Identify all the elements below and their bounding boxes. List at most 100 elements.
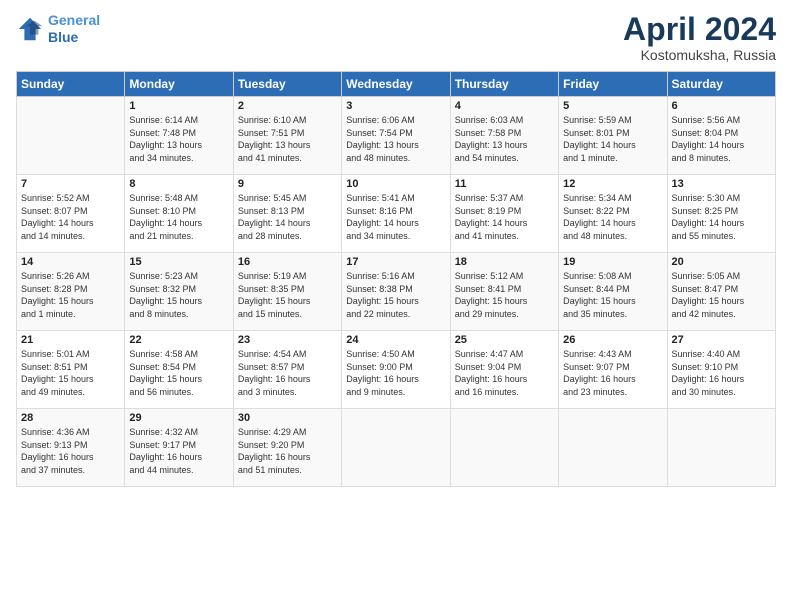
cell-content: Sunrise: 5:05 AM Sunset: 8:47 PM Dayligh… [672,270,771,320]
cell-content: Sunrise: 4:58 AM Sunset: 8:54 PM Dayligh… [129,348,228,398]
cell-content: Sunrise: 5:52 AM Sunset: 8:07 PM Dayligh… [21,192,120,242]
calendar-cell: 14 Sunrise: 5:26 AM Sunset: 8:28 PM Dayli… [17,253,125,331]
logo-general: General [48,12,100,28]
cell-content: Sunrise: 6:14 AM Sunset: 7:48 PM Dayligh… [129,114,228,164]
day-number: 4 [455,100,554,112]
page: General Blue April 2024 Kostomuksha, Rus… [0,0,792,612]
day-number: 20 [672,256,771,268]
calendar-cell: 20 Sunrise: 5:05 AM Sunset: 8:47 PM Dayli… [667,253,775,331]
cell-content: Sunrise: 5:41 AM Sunset: 8:16 PM Dayligh… [346,192,445,242]
month-title: April 2024 [623,12,776,47]
calendar-cell: 19 Sunrise: 5:08 AM Sunset: 8:44 PM Dayli… [559,253,667,331]
cell-content: Sunrise: 5:12 AM Sunset: 8:41 PM Dayligh… [455,270,554,320]
week-row-1: 1 Sunrise: 6:14 AM Sunset: 7:48 PM Daylig… [17,97,776,175]
day-number: 1 [129,100,228,112]
calendar-cell: 5 Sunrise: 5:59 AM Sunset: 8:01 PM Daylig… [559,97,667,175]
day-number: 11 [455,178,554,190]
day-number: 14 [21,256,120,268]
day-header-saturday: Saturday [667,72,775,97]
week-row-3: 14 Sunrise: 5:26 AM Sunset: 8:28 PM Dayli… [17,253,776,331]
cell-content: Sunrise: 5:34 AM Sunset: 8:22 PM Dayligh… [563,192,662,242]
calendar-cell: 25Sunrise: 4:47 AM Sunset: 9:04 PM Dayli… [450,331,558,409]
calendar-cell: 10 Sunrise: 5:41 AM Sunset: 8:16 PM Dayli… [342,175,450,253]
logo-icon [16,15,44,43]
calendar-cell: 11 Sunrise: 5:37 AM Sunset: 8:19 PM Dayli… [450,175,558,253]
calendar-cell: 22 Sunrise: 4:58 AM Sunset: 8:54 PM Dayli… [125,331,233,409]
day-header-friday: Friday [559,72,667,97]
calendar-cell: 23Sunrise: 4:54 AM Sunset: 8:57 PM Dayli… [233,331,341,409]
cell-content: Sunrise: 5:26 AM Sunset: 8:28 PM Dayligh… [21,270,120,320]
day-number: 30 [238,412,337,424]
calendar-cell [17,97,125,175]
calendar-cell: 26 Sunrise: 4:43 AM Sunset: 9:07 PM Dayli… [559,331,667,409]
logo-text: General Blue [48,12,100,46]
cell-content: Sunrise: 5:48 AM Sunset: 8:10 PM Dayligh… [129,192,228,242]
day-number: 18 [455,256,554,268]
day-number: 10 [346,178,445,190]
cell-content: Sunrise: 5:16 AM Sunset: 8:38 PM Dayligh… [346,270,445,320]
calendar-cell [559,409,667,487]
calendar-cell: 4Sunrise: 6:03 AM Sunset: 7:58 PM Daylig… [450,97,558,175]
cell-content: Sunrise: 5:23 AM Sunset: 8:32 PM Dayligh… [129,270,228,320]
cell-content: Sunrise: 4:40 AM Sunset: 9:10 PM Dayligh… [672,348,771,398]
day-number: 28 [21,412,120,424]
day-header-sunday: Sunday [17,72,125,97]
day-number: 27 [672,334,771,346]
day-number: 13 [672,178,771,190]
cell-content: Sunrise: 6:10 AM Sunset: 7:51 PM Dayligh… [238,114,337,164]
cell-content: Sunrise: 5:19 AM Sunset: 8:35 PM Dayligh… [238,270,337,320]
cell-content: Sunrise: 6:06 AM Sunset: 7:54 PM Dayligh… [346,114,445,164]
day-number: 2 [238,100,337,112]
calendar-cell: 6Sunrise: 5:56 AM Sunset: 8:04 PM Daylig… [667,97,775,175]
day-number: 3 [346,100,445,112]
calendar-cell: 13Sunrise: 5:30 AM Sunset: 8:25 PM Dayli… [667,175,775,253]
day-number: 21 [21,334,120,346]
calendar-cell [667,409,775,487]
logo-blue: Blue [48,29,78,45]
day-number: 26 [563,334,662,346]
day-number: 24 [346,334,445,346]
cell-content: Sunrise: 4:43 AM Sunset: 9:07 PM Dayligh… [563,348,662,398]
cell-content: Sunrise: 4:50 AM Sunset: 9:00 PM Dayligh… [346,348,445,398]
day-header-monday: Monday [125,72,233,97]
calendar-cell: 27 Sunrise: 4:40 AM Sunset: 9:10 PM Dayli… [667,331,775,409]
calendar-cell: 18 Sunrise: 5:12 AM Sunset: 8:41 PM Dayli… [450,253,558,331]
calendar-cell: 7 Sunrise: 5:52 AM Sunset: 8:07 PM Daylig… [17,175,125,253]
calendar-cell: 3 Sunrise: 6:06 AM Sunset: 7:54 PM Daylig… [342,97,450,175]
week-row-5: 28 Sunrise: 4:36 AM Sunset: 9:13 PM Dayli… [17,409,776,487]
day-number: 19 [563,256,662,268]
day-number: 5 [563,100,662,112]
week-row-4: 21 Sunrise: 5:01 AM Sunset: 8:51 PM Dayli… [17,331,776,409]
cell-content: Sunrise: 5:01 AM Sunset: 8:51 PM Dayligh… [21,348,120,398]
cell-content: Sunrise: 4:29 AM Sunset: 9:20 PM Dayligh… [238,426,337,476]
day-number: 22 [129,334,228,346]
day-number: 16 [238,256,337,268]
header: General Blue April 2024 Kostomuksha, Rus… [16,12,776,63]
calendar-table: SundayMondayTuesdayWednesdayThursdayFrid… [16,71,776,487]
calendar-cell: 29Sunrise: 4:32 AM Sunset: 9:17 PM Dayli… [125,409,233,487]
day-number: 29 [129,412,228,424]
cell-content: Sunrise: 5:59 AM Sunset: 8:01 PM Dayligh… [563,114,662,164]
week-row-2: 7 Sunrise: 5:52 AM Sunset: 8:07 PM Daylig… [17,175,776,253]
day-number: 15 [129,256,228,268]
calendar-cell [342,409,450,487]
cell-content: Sunrise: 4:36 AM Sunset: 9:13 PM Dayligh… [21,426,120,476]
day-number: 8 [129,178,228,190]
cell-content: Sunrise: 5:37 AM Sunset: 8:19 PM Dayligh… [455,192,554,242]
calendar-cell: 2 Sunrise: 6:10 AM Sunset: 7:51 PM Daylig… [233,97,341,175]
day-number: 25 [455,334,554,346]
day-number: 17 [346,256,445,268]
calendar-cell: 16 Sunrise: 5:19 AM Sunset: 8:35 PM Dayli… [233,253,341,331]
cell-content: Sunrise: 5:08 AM Sunset: 8:44 PM Dayligh… [563,270,662,320]
calendar-cell: 12 Sunrise: 5:34 AM Sunset: 8:22 PM Dayli… [559,175,667,253]
calendar-cell: 9Sunrise: 5:45 AM Sunset: 8:13 PM Daylig… [233,175,341,253]
calendar-cell: 24 Sunrise: 4:50 AM Sunset: 9:00 PM Dayli… [342,331,450,409]
calendar-cell: 28 Sunrise: 4:36 AM Sunset: 9:13 PM Dayli… [17,409,125,487]
day-number: 12 [563,178,662,190]
day-number: 7 [21,178,120,190]
logo: General Blue [16,12,100,46]
title-block: April 2024 Kostomuksha, Russia [623,12,776,63]
calendar-cell: 30 Sunrise: 4:29 AM Sunset: 9:20 PM Dayli… [233,409,341,487]
day-number: 9 [238,178,337,190]
location: Kostomuksha, Russia [623,47,776,63]
